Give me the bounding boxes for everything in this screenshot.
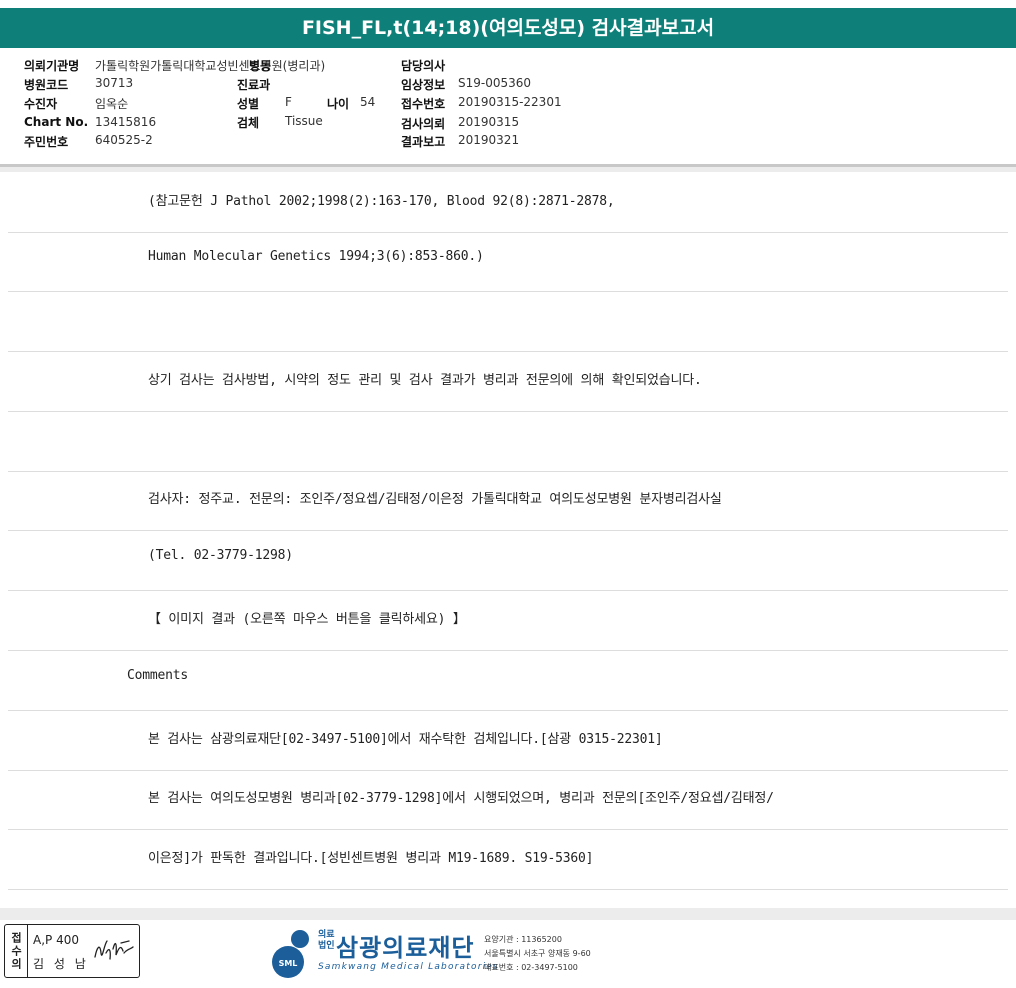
footer-divider bbox=[0, 908, 1016, 920]
age-label: 나이 bbox=[327, 97, 350, 111]
doctor-label: 담당의사 bbox=[401, 59, 446, 73]
logo-name: 삼광의료재단 bbox=[336, 934, 475, 962]
row-text: Human Molecular Genetics 1994;3(6):853-8… bbox=[148, 249, 484, 264]
report-row bbox=[8, 411, 1008, 472]
logo-small-1: 의료 bbox=[318, 930, 335, 940]
row-text: 검사자: 정주교. 전문의: 조인주/정요셉/김태정/이은정 가톨릭대학교 여의… bbox=[148, 492, 722, 507]
institution-label: 의뢰기관명 bbox=[24, 59, 80, 73]
hospital-code-label: 병원코드 bbox=[24, 78, 69, 92]
logo-english: Samkwang Medical Laboratories bbox=[318, 962, 499, 972]
request-label: 검사의뢰 bbox=[401, 117, 446, 131]
row-text: (Tel. 02-3779-1298) bbox=[148, 548, 293, 563]
row-text: (참고문헌 J Pathol 2002;1998(2):163-170, Blo… bbox=[148, 194, 615, 209]
patient-value: 임옥순 bbox=[95, 97, 129, 111]
report-row bbox=[8, 291, 1008, 352]
receipt-no-value: 20190315-22301 bbox=[458, 95, 562, 109]
stamp-line-2: 김 성 남 bbox=[33, 957, 89, 971]
patient-label: 수진자 bbox=[24, 97, 58, 111]
report-body: (참고문헌 J Pathol 2002;1998(2):163-170, Blo… bbox=[0, 172, 1016, 908]
top-margin bbox=[0, 0, 1016, 8]
row-text: 본 검사는 삼광의료재단[02-3497-5100]에서 재수탁한 검체입니다.… bbox=[148, 732, 663, 747]
age-value: 54 bbox=[360, 95, 376, 109]
report-row: (참고문헌 J Pathol 2002;1998(2):163-170, Blo… bbox=[8, 172, 1008, 233]
report-row: (Tel. 02-3779-1298) bbox=[8, 530, 1008, 591]
dept-label: 진료과 bbox=[237, 78, 271, 92]
info-line-3: 대표번호 : 02-3497-5100 bbox=[484, 963, 578, 972]
comments-heading: Comments bbox=[127, 668, 189, 683]
id-value: 640525-2 bbox=[95, 133, 153, 147]
samkwang-logo: SML 의료 법인 삼광의료재단 Samkwang Medical Labora… bbox=[270, 926, 591, 982]
clinical-info-value: S19-005360 bbox=[458, 76, 532, 90]
info-line-2: 서울특별시 서초구 양재동 9-60 bbox=[484, 949, 591, 958]
report-footer: 접수의 A,P 400 김 성 남 SML 의료 법인 삼광의료재단 Samkw… bbox=[0, 920, 1016, 988]
receipt-no-label: 접수번호 bbox=[401, 97, 446, 111]
report-row: 본 검사는 여의도성모병원 병리과[02-3779-1298]에서 시행되었으며… bbox=[8, 769, 1008, 830]
report-row: 이은정]가 판독한 결과입니다.[성빈센트병원 병리과 M19-1689. S1… bbox=[8, 829, 1008, 890]
hospital-code-value: 30713 bbox=[95, 76, 134, 90]
row-text: 상기 검사는 검사방법, 시약의 정도 관리 및 검사 결과가 병리과 전문의에… bbox=[148, 373, 702, 388]
reception-stamp: 접수의 A,P 400 김 성 남 bbox=[4, 924, 140, 978]
sex-label: 성별 bbox=[237, 97, 260, 111]
logo-badge-text: SML bbox=[279, 959, 298, 968]
specimen-label: 검체 bbox=[237, 116, 260, 130]
specimen-value: Tissue bbox=[285, 114, 323, 128]
report-row: 【 이미지 결과 (오른쪽 마우스 버튼을 클릭하세요) 】 bbox=[8, 590, 1008, 651]
report-header: 의뢰기관명 가톨릭학원가톨릭대학교성빈센트병원(병리과) 병동 담당의사 병원코… bbox=[0, 48, 1016, 164]
row-text: 이은정]가 판독한 결과입니다.[성빈센트병원 병리과 M19-1689. S1… bbox=[148, 851, 594, 866]
chart-no-value: 13415816 bbox=[95, 115, 157, 129]
info-line-1: 요양기관 : 11365200 bbox=[484, 935, 562, 944]
row-text: 【 이미지 결과 (오른쪽 마우스 버튼을 클릭하세요) 】 bbox=[148, 612, 466, 627]
report-row: 본 검사는 삼광의료재단[02-3497-5100]에서 재수탁한 검체입니다.… bbox=[8, 710, 1008, 771]
logo-small-2: 법인 bbox=[318, 941, 335, 951]
clinical-info-label: 임상정보 bbox=[401, 78, 446, 92]
row-text: 본 검사는 여의도성모병원 병리과[02-3779-1298]에서 시행되었으며… bbox=[148, 791, 774, 806]
report-row: 검사자: 정주교. 전문의: 조인주/정요셉/김태정/이은정 가톨릭대학교 여의… bbox=[8, 470, 1008, 531]
report-row: Comments bbox=[8, 650, 1008, 711]
report-date-label: 결과보고 bbox=[401, 135, 446, 149]
report-row: 상기 검사는 검사방법, 시약의 정도 관리 및 검사 결과가 병리과 전문의에… bbox=[8, 351, 1008, 412]
stamp-side-label: 접수의 bbox=[5, 925, 28, 977]
sex-value: F bbox=[285, 95, 292, 109]
report-title: FISH_FL,t(14;18)(여의도성모) 검사결과보고서 bbox=[0, 8, 1016, 48]
sml-logo-icon: SML bbox=[272, 930, 309, 978]
stamp-line-1: A,P 400 bbox=[33, 933, 79, 947]
id-label: 주민번호 bbox=[24, 135, 69, 149]
signature-icon bbox=[94, 940, 134, 960]
institution-value: 가톨릭학원가톨릭대학교성빈센트병원(병리과) bbox=[95, 59, 326, 73]
request-value: 20190315 bbox=[458, 115, 520, 129]
ward-label: 병동 bbox=[249, 59, 272, 73]
report-date-value: 20190321 bbox=[458, 133, 520, 147]
chart-no-label: Chart No. bbox=[24, 115, 89, 129]
report-row: Human Molecular Genetics 1994;3(6):853-8… bbox=[8, 231, 1008, 292]
